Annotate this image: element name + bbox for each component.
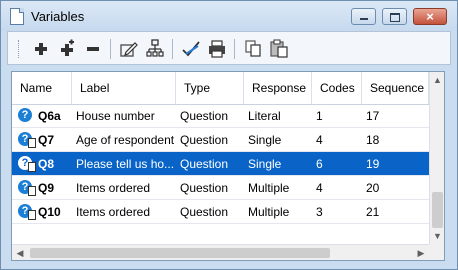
plus-icon[interactable] (30, 38, 52, 60)
cell-type: Question (180, 133, 229, 147)
column-header-name[interactable]: Name (12, 72, 72, 104)
cell-codes: 3 (316, 205, 323, 219)
close-icon: × (426, 9, 434, 24)
scroll-left-icon[interactable]: ◀ (12, 245, 28, 260)
cell-name: Q9 (38, 181, 55, 195)
copy-icon[interactable] (242, 38, 264, 60)
scrollbar-corner (429, 244, 444, 260)
table-row[interactable]: ? Q8 Please tell us ho... Question Single 6 19 (12, 152, 429, 176)
column-header-sequence[interactable]: Sequence (362, 72, 429, 104)
column-header-type[interactable]: Type (176, 72, 244, 104)
column-header-label[interactable]: Label (72, 72, 176, 104)
toolbar-separator (110, 39, 111, 59)
scroll-right-icon[interactable]: ▶ (413, 245, 429, 260)
scroll-down-icon[interactable]: ▼ (430, 228, 444, 244)
edit-icon[interactable] (118, 38, 140, 60)
toolbar-separator (234, 39, 235, 59)
column-header-codes[interactable]: Codes (312, 72, 362, 104)
cell-name: Q7 (38, 133, 55, 147)
cell-codes: 4 (316, 181, 323, 195)
toolbar-grip[interactable] (18, 40, 21, 58)
vertical-scroll-thumb[interactable] (432, 192, 443, 228)
variables-window: Variables × Name Label Type Response Cod… (0, 0, 458, 270)
question-icon: ? (18, 108, 32, 122)
cell-type: Question (180, 109, 229, 123)
cell-label: Items ordered (76, 205, 151, 219)
variables-table: Name Label Type Response Codes Sequence … (11, 71, 445, 261)
toolbar (7, 31, 451, 65)
cell-response: Multiple (248, 181, 290, 195)
cell-response: Multiple (248, 205, 290, 219)
cell-codes: 4 (316, 133, 323, 147)
table-row[interactable]: ? Q10 Items ordered Question Multiple 3 21 (12, 200, 429, 224)
cell-sequence: 17 (366, 109, 380, 123)
minimize-button[interactable] (351, 8, 376, 25)
close-button[interactable]: × (413, 8, 447, 25)
question-icon: ? (18, 132, 36, 148)
printer-icon[interactable] (206, 38, 228, 60)
hierarchy-icon[interactable] (144, 38, 166, 60)
cell-sequence: 19 (366, 157, 380, 171)
paste-icon[interactable] (268, 38, 290, 60)
window-title: Variables (31, 9, 85, 24)
question-icon: ? (18, 204, 36, 220)
cell-response: Single (248, 157, 282, 171)
table-header: Name Label Type Response Codes Sequence (12, 72, 429, 105)
horizontal-scrollbar[interactable]: ◀ ▶ (12, 244, 429, 260)
cell-label: Items ordered (76, 181, 151, 195)
cell-sequence: 21 (366, 205, 380, 219)
maximize-button[interactable] (382, 8, 407, 25)
toolbar-separator (172, 39, 173, 59)
scroll-up-icon[interactable]: ▲ (430, 72, 444, 88)
question-icon: ? (18, 156, 36, 172)
cell-type: Question (180, 157, 229, 171)
cell-label: House number (76, 109, 155, 123)
cell-codes: 6 (316, 157, 323, 171)
cell-label: Age of respondent (76, 133, 175, 147)
cell-response: Single (248, 133, 282, 147)
minus-icon[interactable] (82, 38, 104, 60)
vertical-scrollbar[interactable]: ▲ ▼ (429, 72, 444, 244)
cell-name: Q10 (38, 205, 61, 219)
cell-name: Q6a (38, 109, 61, 123)
cell-sequence: 20 (366, 181, 380, 195)
cell-label: Please tell us ho... (76, 157, 175, 171)
cell-type: Question (180, 205, 229, 219)
maximize-icon (383, 9, 406, 24)
table-row[interactable]: ? Q7 Age of respondent Question Single 4 18 (12, 128, 429, 152)
cell-response: Literal (248, 109, 281, 123)
cell-sequence: 18 (366, 133, 380, 147)
cell-type: Question (180, 181, 229, 195)
document-icon (10, 8, 24, 25)
cell-codes: 1 (316, 109, 323, 123)
horizontal-scroll-thumb[interactable] (30, 248, 330, 258)
table-row[interactable]: ? Q6a House number Question Literal 1 17 (12, 104, 429, 128)
question-icon: ? (18, 180, 36, 196)
minimize-icon (352, 9, 375, 24)
plus-star-icon[interactable] (56, 38, 78, 60)
column-header-response[interactable]: Response (244, 72, 312, 104)
title-bar[interactable]: Variables × (1, 1, 457, 31)
cell-name: Q8 (38, 157, 55, 171)
table-row[interactable]: ? Q9 Items ordered Question Multiple 4 20 (12, 176, 429, 200)
check-brush-icon[interactable] (180, 38, 202, 60)
